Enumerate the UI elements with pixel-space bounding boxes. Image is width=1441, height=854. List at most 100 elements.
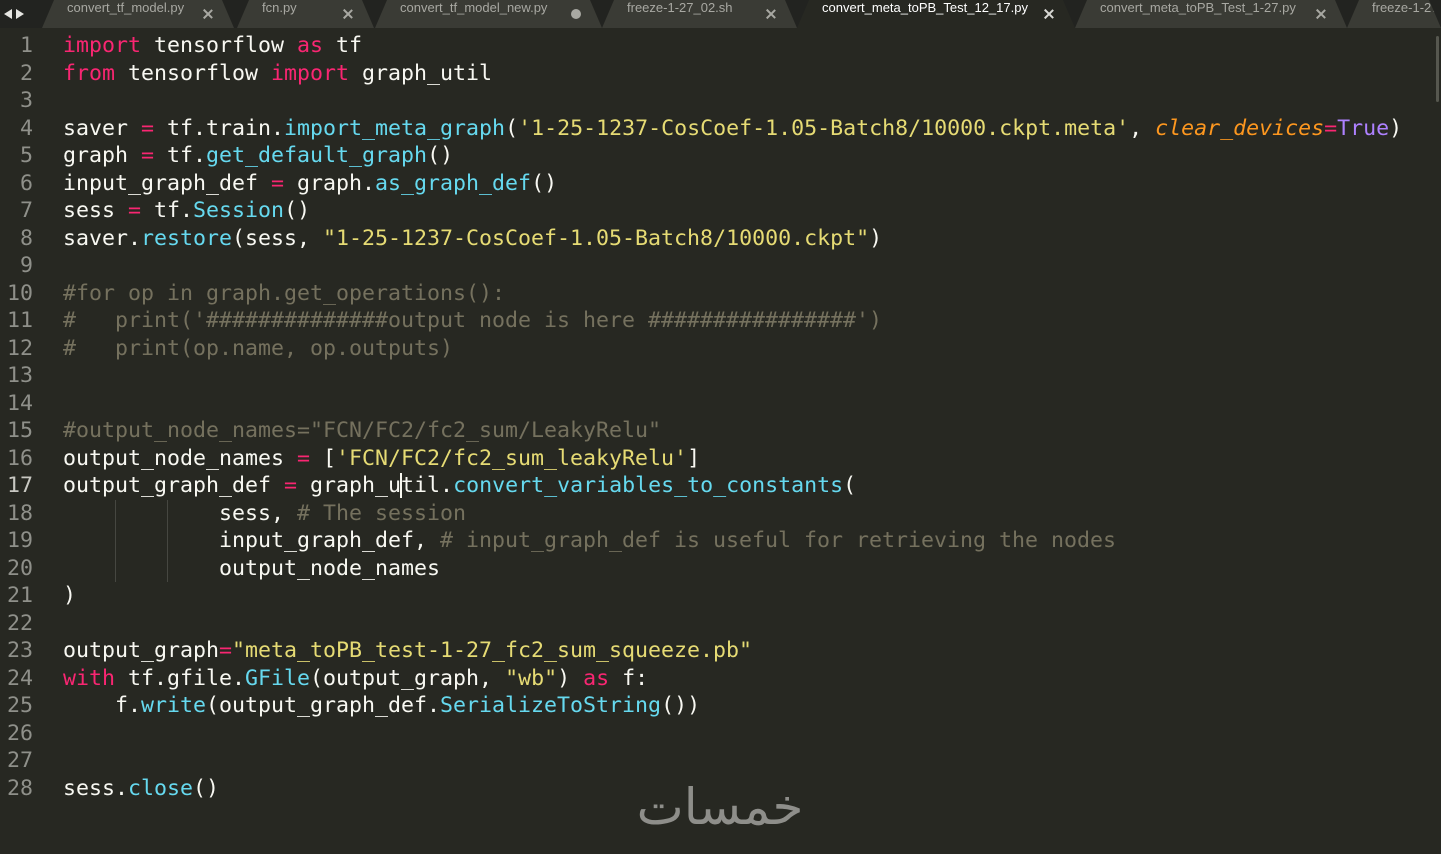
close-icon[interactable] xyxy=(766,9,776,19)
line-number: 15 xyxy=(6,418,33,444)
line-number: 3 xyxy=(19,88,33,114)
code-line[interactable]: 27 xyxy=(0,747,1441,775)
code-line[interactable]: 21) xyxy=(0,582,1441,610)
code-line[interactable]: 23 output_graph="meta_toPB_test-1-27_fc2_… xyxy=(0,637,1441,665)
line-number: 8 xyxy=(19,225,33,251)
code-line[interactable]: 20 output_node_names xyxy=(0,554,1441,583)
code-line[interactable]: 5 graph = tf.get_default_graph() xyxy=(0,142,1441,170)
code-line[interactable]: 14 xyxy=(0,390,1441,418)
line-code: # print('##############output node is he… xyxy=(63,307,882,335)
tab-fcn[interactable]: fcn.py xyxy=(237,0,374,28)
code-text: tensorflow xyxy=(115,60,272,86)
vertical-scrollbar-thumb[interactable] xyxy=(1436,36,1439,102)
comment-token: # print(op.name, op.outputs) xyxy=(63,335,454,361)
code-text: tensorflow xyxy=(141,33,298,58)
code-text: sess, xyxy=(63,500,298,526)
line-code: import tensorflow as tf xyxy=(63,32,362,60)
line-number: 12 xyxy=(6,335,33,361)
keyword-token: import xyxy=(63,33,142,58)
line-code: output_graph_def = graph_util.convert_va… xyxy=(63,472,856,500)
code-line[interactable]: 8 saver.restore(sess, "1-25-1237-CosCoef-… xyxy=(0,225,1441,253)
operator-token: = xyxy=(219,638,233,664)
string-token: "1-25-1237-CosCoef-1.05-Batch8/10000.ckp… xyxy=(323,225,870,251)
code-line[interactable]: 7 sess = tf.Session() xyxy=(0,197,1441,225)
code-line[interactable]: 6 input_graph_def = graph.as_graph_def() xyxy=(0,170,1441,198)
code-text: ( xyxy=(843,473,857,499)
modified-dot-icon[interactable] xyxy=(571,9,581,19)
line-number: 28 xyxy=(6,775,33,801)
function-token: restore xyxy=(141,225,233,251)
code-text: tf xyxy=(323,33,363,58)
string-token: '1-25-1237-CosCoef-1.05-Batch8/10000.ckp… xyxy=(518,115,1130,141)
code-line[interactable]: 25 f.write(output_graph_def.SerializeToS… xyxy=(0,692,1441,720)
parameter-token: clear_devices xyxy=(1155,115,1325,141)
line-number: 20 xyxy=(6,555,33,581)
operator-token: = xyxy=(1324,115,1338,141)
code-text: output_node_names xyxy=(63,555,441,581)
line-number: 22 xyxy=(6,610,33,636)
close-icon[interactable] xyxy=(1316,9,1326,19)
code-line[interactable]: 22 xyxy=(0,610,1441,638)
code-text: f: xyxy=(609,665,649,691)
operator-token: = xyxy=(141,143,155,169)
close-icon[interactable] xyxy=(343,9,353,19)
code-text: ( xyxy=(505,115,519,141)
code-text: ] xyxy=(687,445,701,471)
code-text: tf. xyxy=(154,143,207,169)
tab-freeze-1-27[interactable]: freeze-1-27 xyxy=(1347,0,1441,28)
line-code: sess, # The session xyxy=(63,500,466,528)
line-code: input_graph_def = graph.as_graph_def() xyxy=(63,170,557,198)
line-number: 7 xyxy=(19,198,33,224)
operator-token: = xyxy=(141,115,155,141)
tab-label: convert_tf_model.py xyxy=(67,0,185,15)
function-token: import_meta_graph xyxy=(284,115,506,141)
code-text: () xyxy=(193,775,220,801)
code-editor[interactable]: 1 import tensorflow as tf 2 from tensorflow… xyxy=(0,28,1441,854)
tab-convert-tf-model[interactable]: convert_tf_model.py xyxy=(42,0,234,28)
code-text: tf. xyxy=(141,198,194,224)
code-line[interactable]: 2 from tensorflow import graph_util xyxy=(0,60,1441,88)
string-token: 'FCN/FC2/fc2_sum_leakyRelu' xyxy=(336,445,688,471)
code-text: output_node_names xyxy=(63,445,298,471)
line-number: 24 xyxy=(6,665,33,691)
keyword-token: from xyxy=(63,60,116,86)
code-text: saver xyxy=(63,115,142,141)
close-icon[interactable] xyxy=(203,9,213,19)
line-code: saver = tf.train.import_meta_graph('1-25… xyxy=(63,115,1402,143)
tab-convert-meta-topb-test-1-27[interactable]: convert_meta_toPB_Test_1-27.py xyxy=(1075,0,1347,28)
code-line[interactable]: 26 xyxy=(0,720,1441,748)
constant-token: True xyxy=(1337,115,1390,141)
code-line[interactable]: 10 #for op in graph.get_operations(): xyxy=(0,280,1441,308)
tab-convert-tf-model-new[interactable]: convert_tf_model_new.py xyxy=(375,0,602,28)
code-line[interactable]: 19 input_graph_def, # input_graph_def is… xyxy=(0,527,1441,555)
code-text: graph_util xyxy=(349,60,493,86)
code-line[interactable]: 17 output_graph_def = graph_util.convert_… xyxy=(0,472,1441,500)
keyword-token: import xyxy=(271,60,350,86)
tab-freeze-1-27-02[interactable]: freeze-1-27_02.sh xyxy=(602,0,797,28)
code-line[interactable]: 11 # print('##############output node is … xyxy=(0,307,1441,335)
operator-token: = xyxy=(297,445,311,471)
code-text: tf.gfile. xyxy=(115,665,246,691)
code-line[interactable]: 12 # print(op.name, op.outputs) xyxy=(0,335,1441,363)
line-number: 26 xyxy=(6,720,33,746)
code-line[interactable]: 24 with tf.gfile.GFile(output_graph, "wb"… xyxy=(0,665,1441,693)
tab-strip: convert_tf_model.py fcn.py convert_tf_mo… xyxy=(0,0,1441,28)
function-token: convert_variables_to_constants xyxy=(453,473,844,499)
code-line[interactable]: 9 xyxy=(0,252,1441,280)
code-text: input_graph_def, xyxy=(63,528,441,554)
tab-convert-meta-topb-test-12-17[interactable]: convert_meta_toPB_Test_12_17.py xyxy=(797,0,1075,28)
code-line[interactable]: 18 sess, # The session xyxy=(0,499,1441,528)
code-line[interactable]: 3 xyxy=(0,87,1441,115)
code-lines[interactable]: 1 import tensorflow as tf 2 from tensorflow… xyxy=(0,32,1441,802)
code-line[interactable]: 4 saver = tf.train.import_meta_graph('1-2… xyxy=(0,115,1441,143)
code-line[interactable]: 16 output_node_names = ['FCN/FC2/fc2_sum_… xyxy=(0,445,1441,473)
close-icon[interactable] xyxy=(1044,9,1054,19)
code-text: (sess, xyxy=(232,225,324,251)
line-number: 23 xyxy=(6,638,33,664)
code-line[interactable]: 13 xyxy=(0,362,1441,390)
code-text: (output_graph_def. xyxy=(206,693,441,719)
tab-label: convert_meta_toPB_Test_12_17.py xyxy=(822,0,1028,15)
code-text: sess. xyxy=(63,775,129,801)
code-line[interactable]: 15 #output_node_names="FCN/FC2/fc2_sum/Le… xyxy=(0,417,1441,445)
code-line[interactable]: 1 import tensorflow as tf xyxy=(0,32,1441,60)
